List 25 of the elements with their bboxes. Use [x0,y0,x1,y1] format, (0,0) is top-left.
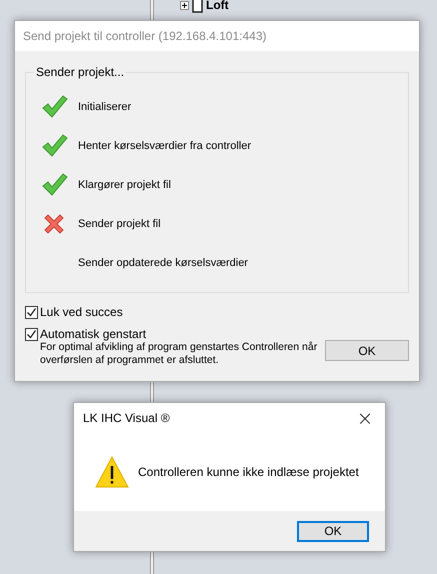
checkbox-label: Luk ved succes [40,305,123,319]
check-icon [42,94,68,118]
checkbox[interactable] [25,328,38,340]
expand-icon[interactable] [180,0,189,10]
frame-icon [192,0,203,13]
error-message: Controlleren kunne ikke indlæse projektet [138,465,359,479]
cross-icon [42,212,66,236]
step-label: Henter kørselsværdier fra controller [78,140,251,152]
group-label: Sender projekt... [35,65,126,79]
step-label: Sender projekt fil [78,218,161,230]
check-icon [42,134,68,158]
window-title: LK IHC Visual ® [83,411,170,425]
checkbox-label: Automatisk genstart [40,327,146,341]
step-label: Sender opdaterede kørselsværdier [78,256,248,268]
ok-button[interactable]: OK [325,340,409,361]
window-title: Send projekt til controller (192.168.4.101:443) [23,29,266,43]
check-icon [42,172,68,196]
restart-note: For optimal afvikling af program genstartes Controlleren når overførslen af programmet er afsluttet. [39,341,318,367]
close-button[interactable]: × [345,403,385,433]
checkbox[interactable] [25,306,38,318]
ok-button[interactable]: OK [297,520,369,542]
step-label: Initialiserer [78,100,132,112]
warning-icon [95,456,129,488]
step-label: Klargører projekt fil [78,178,171,190]
tree-item[interactable]: Loft [206,0,229,12]
